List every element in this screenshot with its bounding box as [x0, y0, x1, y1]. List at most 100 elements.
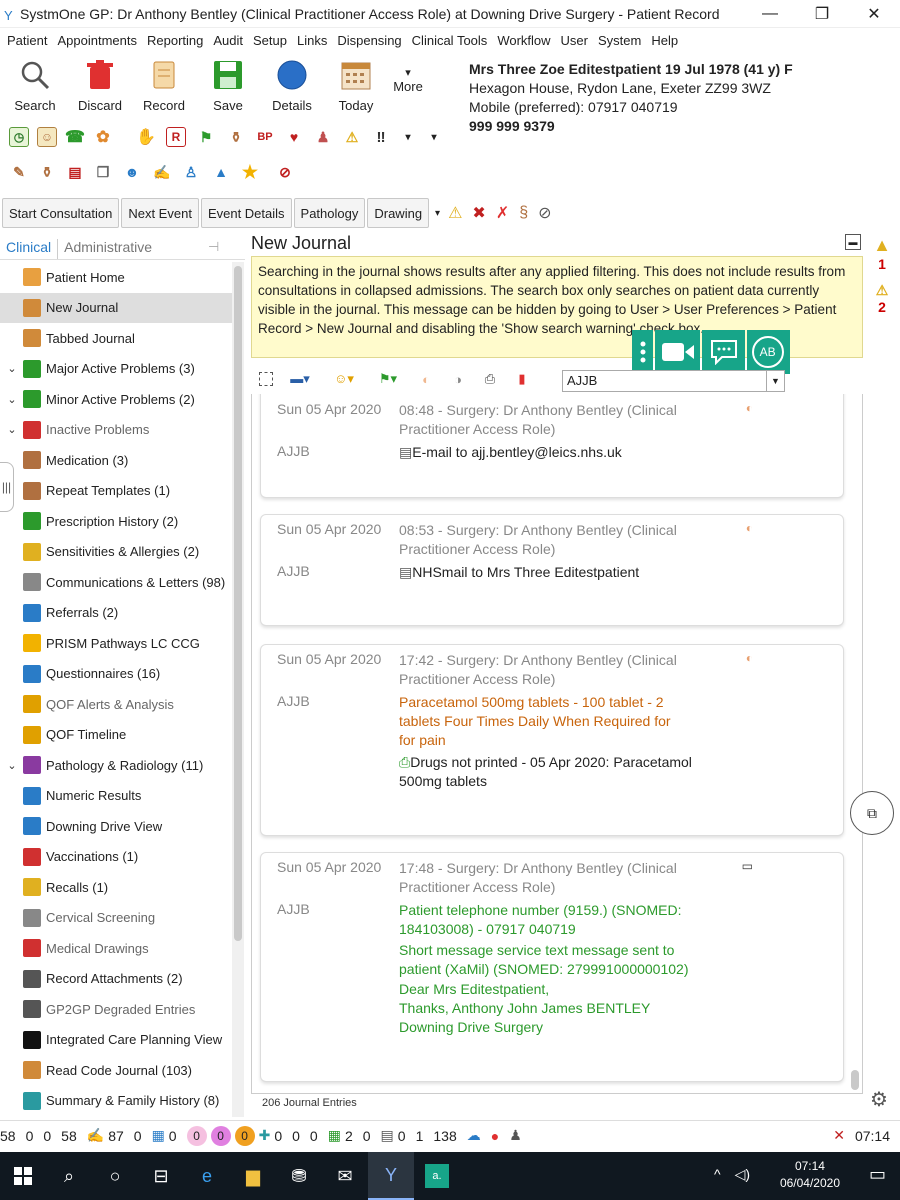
app-taskbar-icon[interactable]: a. — [414, 1152, 460, 1200]
prescription-status-icon[interactable]: ▦ — [328, 1127, 341, 1144]
sidebar-item[interactable]: QOF Timeline — [0, 720, 232, 751]
sidebar-item[interactable]: Medical Drawings — [0, 933, 232, 964]
tag-icon[interactable]: ◐ — [415, 369, 437, 389]
search-button[interactable]: Search — [5, 58, 65, 120]
clock-icon[interactable]: ◷ — [9, 127, 29, 147]
menu-system[interactable]: System — [598, 33, 641, 48]
sidebar-item[interactable]: Numeric Results — [0, 781, 232, 812]
weather-icon[interactable]: ☁ — [467, 1127, 481, 1144]
phone-icon[interactable]: ☎ — [65, 127, 85, 147]
select-icon[interactable] — [259, 372, 273, 386]
sidebar-item[interactable]: Integrated Care Planning View — [0, 1025, 232, 1056]
maximize-panel-icon[interactable]: ▬ — [845, 234, 861, 250]
menu-links[interactable]: Links — [297, 33, 327, 48]
star-icon[interactable]: ★ — [240, 162, 260, 182]
triangle-icon[interactable]: ▲ — [211, 162, 231, 182]
pin-icon[interactable]: ⊣ — [208, 239, 219, 259]
no-entry-icon[interactable]: ⊘ — [275, 162, 295, 182]
search-icon[interactable]: ⌕ — [46, 1152, 92, 1200]
tag-icon[interactable]: ◐ — [746, 651, 753, 665]
sidebar-item[interactable]: QOF Alerts & Analysis — [0, 689, 232, 720]
sidebar-scrollbar[interactable] — [232, 262, 244, 1117]
maximize-button[interactable]: ❐ — [796, 0, 848, 28]
warning-triangle-icon[interactable]: ▲ — [868, 235, 896, 256]
gear-icon[interactable]: ⚙ — [870, 1087, 888, 1112]
tag-icon[interactable]: ◐ — [746, 521, 753, 535]
document-s-icon[interactable]: § — [519, 204, 528, 222]
notification-icon[interactable]: ▭ — [869, 1164, 886, 1185]
journal-entry[interactable]: Sun 05 Apr 2020 08:48 - Surgery: Dr Anth… — [260, 394, 844, 498]
bp-icon[interactable]: BP — [255, 127, 275, 147]
sidebar-item[interactable]: ⌄ Major Active Problems (3) — [0, 354, 232, 385]
sidebar-item[interactable]: Prescription History (2) — [0, 506, 232, 537]
warning-hand-icon[interactable]: ⚠ — [448, 203, 462, 223]
no-bell-icon[interactable]: ⊘ — [538, 203, 551, 223]
pink-count-badge[interactable]: 0 — [186, 1125, 207, 1146]
sidebar-item[interactable]: Referrals (2) — [0, 598, 232, 629]
tools-cross-icon[interactable]: ✖ — [472, 203, 485, 223]
tasks-icon[interactable]: ▦ — [152, 1127, 165, 1144]
user-status-icon[interactable]: ♟ — [509, 1127, 522, 1144]
journal-entry[interactable]: Sun 05 Apr 2020 17:48 - Surgery: Dr Anth… — [260, 852, 844, 1082]
today-button[interactable]: Today — [326, 58, 386, 120]
sidebar-item[interactable]: Vaccinations (1) — [0, 842, 232, 873]
sidebar-item[interactable]: Questionnaires (16) — [0, 659, 232, 690]
sidebar-item[interactable]: ⌄ Pathology & Radiology (11) — [0, 750, 232, 781]
sidebar-item[interactable]: ⌄ Minor Active Problems (2) — [0, 384, 232, 415]
drawing-button[interactable]: Drawing — [367, 198, 430, 228]
heart-icon[interactable]: ♥ — [284, 127, 304, 147]
journal-scrollbar-thumb[interactable] — [851, 1070, 859, 1090]
menu-user[interactable]: User — [561, 33, 588, 48]
menu-setup[interactable]: Setup — [253, 33, 287, 48]
red-x-icon[interactable]: ✗ — [496, 203, 509, 223]
mail-icon[interactable]: ✉ — [322, 1152, 368, 1200]
contact-card-icon[interactable]: ☺ — [37, 127, 57, 147]
more-icons-chevron-icon[interactable]: ▾ — [398, 127, 418, 147]
menu-clinical-tools[interactable]: Clinical Tools — [412, 33, 488, 48]
sidebar-item[interactable]: Cervical Screening — [0, 903, 232, 934]
edge-browser-icon[interactable]: e — [184, 1152, 230, 1200]
close-button[interactable]: ✕ — [848, 0, 900, 28]
doctor-icon[interactable]: ♙ — [181, 162, 201, 182]
start-consultation-button[interactable]: Start Consultation — [2, 198, 120, 228]
journal-filter-icon[interactable]: ▬▾ — [283, 369, 317, 389]
orange-count-badge[interactable]: 0 — [234, 1125, 255, 1146]
sidebar-item[interactable]: Communications & Letters (98) — [0, 567, 232, 598]
volume-icon[interactable]: ◁) — [735, 1166, 750, 1183]
person-icon[interactable]: ♟ — [313, 127, 333, 147]
record-button[interactable]: Record — [134, 58, 194, 120]
sidebar-item[interactable]: Sensitivities & Allergies (2) — [0, 537, 232, 568]
sidebar-item[interactable]: PRISM Pathways LC CCG — [0, 628, 232, 659]
systmone-taskbar-icon[interactable]: Y — [368, 1152, 414, 1200]
green-flag-icon[interactable]: ⚑ — [196, 127, 216, 147]
chevron-up-icon[interactable]: ^ — [714, 1166, 721, 1183]
menu-help[interactable]: Help — [651, 33, 678, 48]
chevron-down-icon[interactable]: ⌄ — [4, 759, 20, 772]
sidebar-item[interactable]: GP2GP Degraded Entries — [0, 994, 232, 1025]
sidebar-scrollbar-thumb[interactable] — [234, 266, 242, 941]
panel-drag-handle[interactable]: ||| — [0, 462, 14, 512]
task-view-icon[interactable]: ○ — [92, 1152, 138, 1200]
sidebar-item[interactable]: Medication (3) — [0, 445, 232, 476]
tab-administrative[interactable]: Administrative — [57, 239, 158, 259]
tag-icon[interactable]: ◐ — [746, 401, 753, 415]
bottles-icon[interactable]: ⚱ — [226, 127, 246, 147]
allergy-icon[interactable]: ⚠ — [342, 127, 362, 147]
users-icon[interactable]: ☻ — [122, 162, 142, 182]
save-button[interactable]: Save — [198, 58, 258, 120]
purple-count-badge[interactable]: 0 — [210, 1125, 231, 1146]
sidebar-item[interactable]: Repeat Templates (1) — [0, 476, 232, 507]
sidebar-item[interactable]: ⌄ Inactive Problems — [0, 415, 232, 446]
flower-icon[interactable]: ✿ — [93, 127, 113, 147]
taskbar-clock[interactable]: 07:14 06/04/2020 — [780, 1158, 840, 1192]
sidebar-item[interactable]: Downing Drive View — [0, 811, 232, 842]
discard-button[interactable]: Discard — [70, 58, 130, 120]
sidebar-item[interactable]: Patient Home — [0, 262, 232, 293]
journal-entry[interactable]: Sun 05 Apr 2020 17:42 - Surgery: Dr Anth… — [260, 644, 844, 836]
menu-patient[interactable]: Patient — [7, 33, 47, 48]
delete-icon[interactable]: ▮ — [511, 369, 533, 389]
windows-icon[interactable]: ❐ — [93, 162, 113, 182]
notes-icon[interactable]: ✎ — [9, 162, 29, 182]
sidebar-item[interactable]: Record Attachments (2) — [0, 964, 232, 995]
clipboard-icon[interactable]: ▤ — [65, 162, 85, 182]
